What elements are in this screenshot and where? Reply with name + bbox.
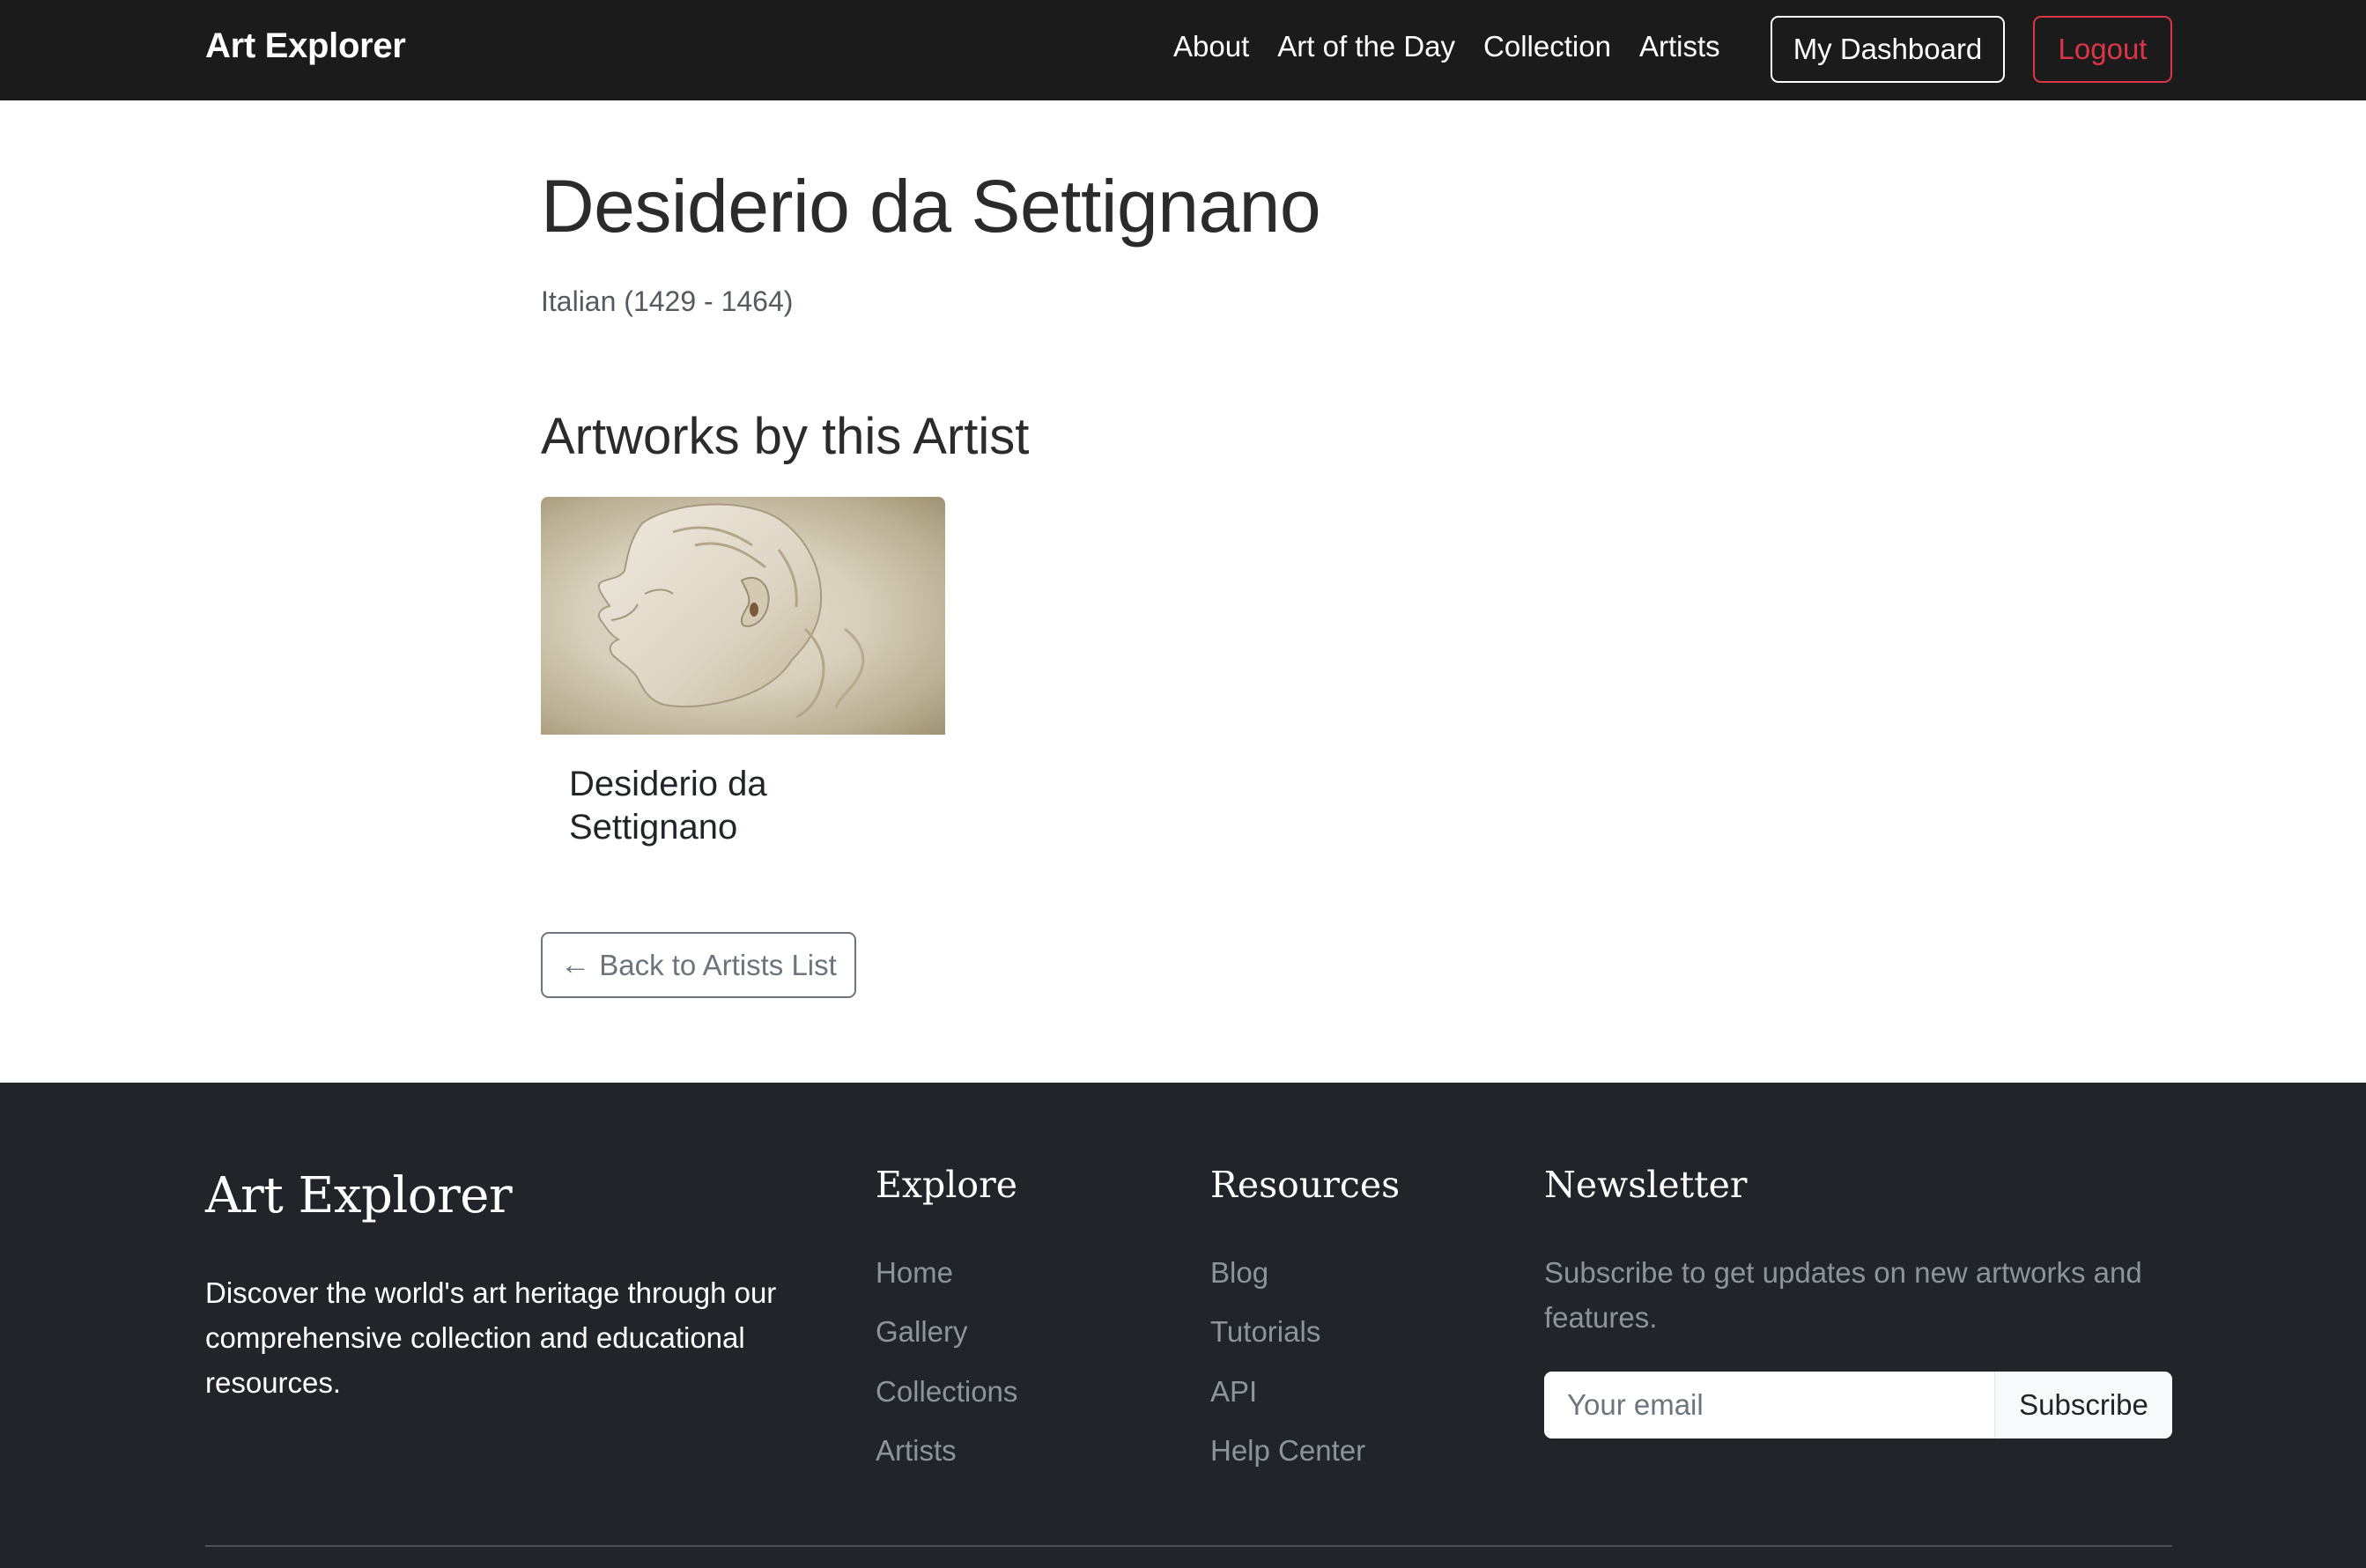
newsletter-email-input[interactable] (1544, 1372, 1994, 1439)
arrow-left-icon: ← (560, 948, 591, 981)
newsletter-form: Subscribe (1544, 1372, 2172, 1439)
artist-name-heading: Desiderio da Settignano (541, 165, 1321, 248)
nav-link-collection[interactable]: Collection (1483, 30, 1611, 63)
footer-newsletter-heading: Newsletter (1544, 1164, 1748, 1206)
nav-links: About Art of the Day Collection Artists (1173, 30, 1749, 63)
nav-link-about[interactable]: About (1173, 30, 1249, 63)
artwork-thumbnail[interactable] (541, 497, 945, 735)
artwork-title[interactable]: Desiderio da Settignano (569, 763, 904, 849)
footer-brand: Art Explorer (205, 1167, 513, 1224)
artworks-section-heading: Artworks by this Artist (541, 408, 1030, 465)
artist-nationality-dates: Italian (1429 - 1464) (541, 285, 794, 317)
footer-link-api[interactable]: API (1210, 1375, 1257, 1409)
footer-link-blog[interactable]: Blog (1210, 1256, 1268, 1290)
subscribe-button[interactable]: Subscribe (1994, 1372, 2172, 1439)
marble-relief-profile-image (597, 503, 865, 719)
brand-logo[interactable]: Art Explorer (205, 26, 406, 66)
logout-button[interactable]: Logout (2033, 16, 2172, 83)
footer-explore-heading: Explore (876, 1164, 1017, 1206)
footer-description: Discover the world's art heritage throug… (205, 1276, 777, 1399)
footer-link-home[interactable]: Home (876, 1256, 953, 1290)
back-button-label: Back to Artists List (599, 948, 837, 981)
newsletter-description: Subscribe to get updates on new artworks… (1544, 1256, 2142, 1334)
footer-link-artists[interactable]: Artists (876, 1434, 957, 1468)
footer-link-help-center[interactable]: Help Center (1210, 1434, 1365, 1468)
nav-link-art-of-the-day[interactable]: Art of the Day (1277, 30, 1455, 63)
footer-resources-heading: Resources (1210, 1164, 1401, 1206)
top-navbar: Art Explorer About Art of the Day Collec… (0, 0, 2366, 100)
footer-link-gallery[interactable]: Gallery (876, 1315, 968, 1349)
footer-link-collections[interactable]: Collections (876, 1375, 1017, 1409)
back-to-artists-button[interactable]: ← Back to Artists List (541, 932, 856, 998)
page-footer: Art Explorer Discover the world's art he… (0, 1083, 2366, 1568)
artwork-card[interactable]: Desiderio da Settignano (541, 497, 945, 863)
footer-link-tutorials[interactable]: Tutorials (1210, 1315, 1320, 1349)
my-dashboard-button[interactable]: My Dashboard (1771, 16, 2005, 83)
footer-divider (205, 1545, 2172, 1547)
nav-link-artists[interactable]: Artists (1639, 30, 1720, 63)
